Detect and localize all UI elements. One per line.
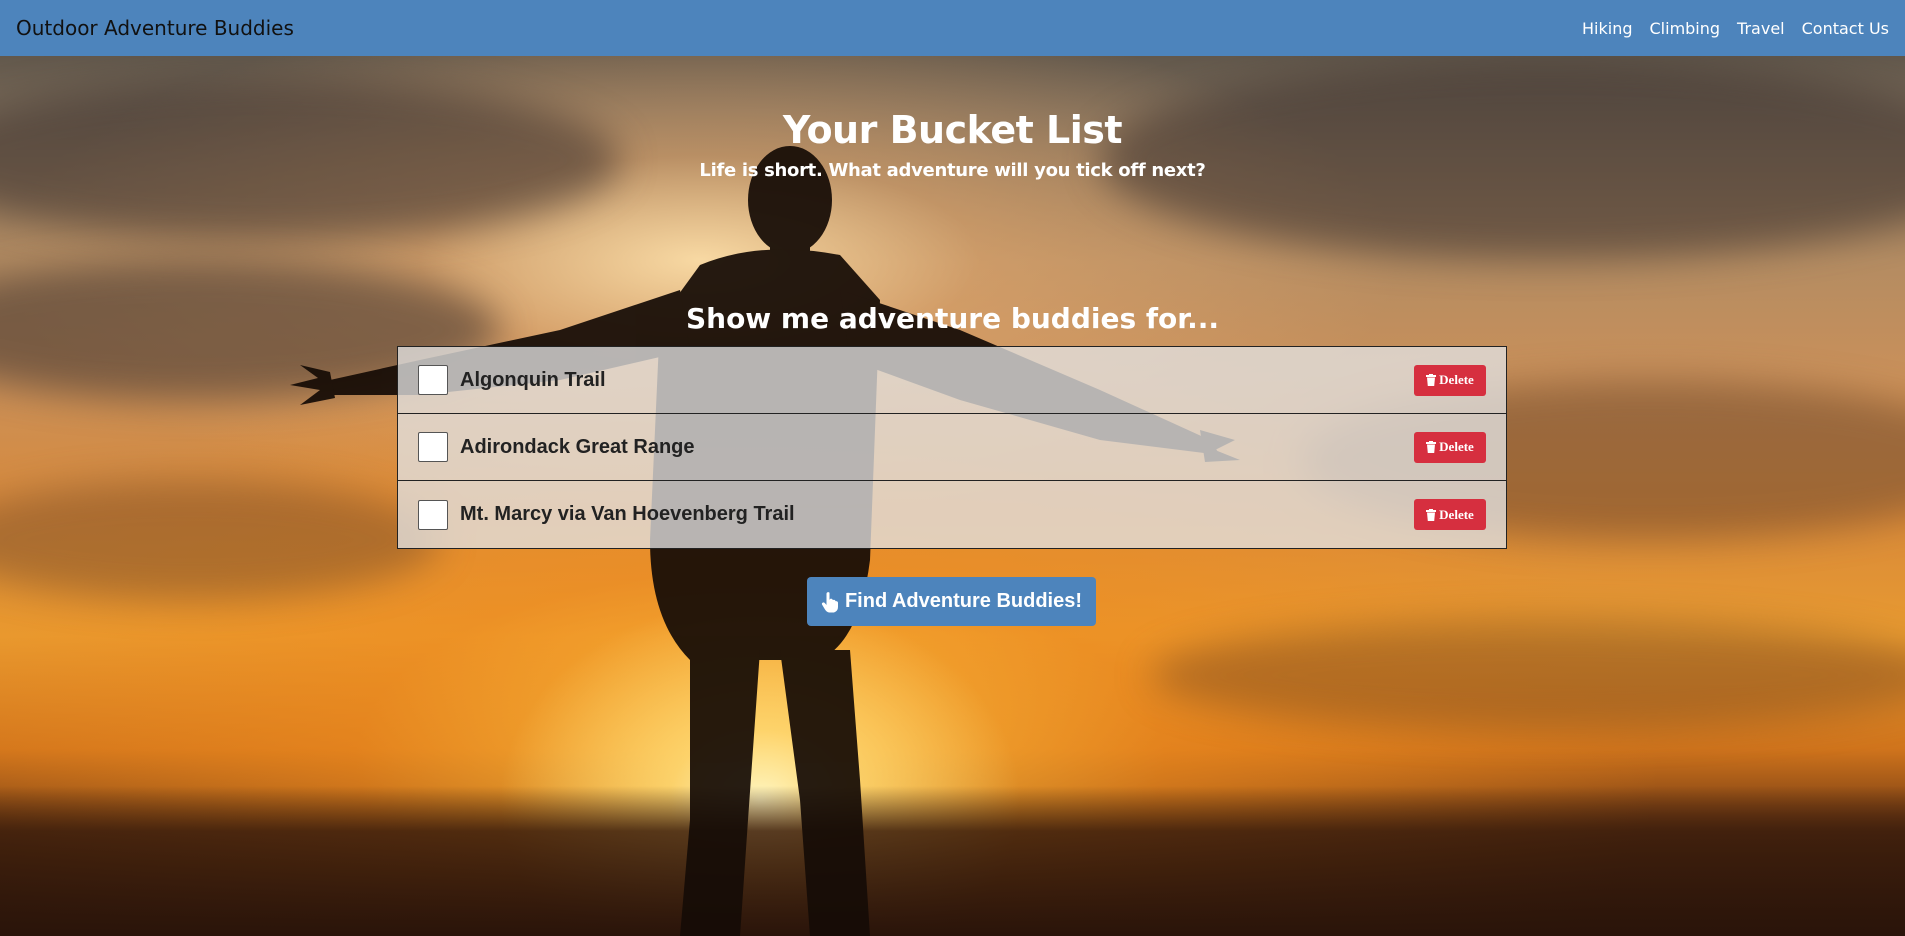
nav-link-hiking[interactable]: Hiking	[1582, 19, 1632, 38]
nav-link-climbing[interactable]: Climbing	[1650, 19, 1721, 38]
nav-link-travel[interactable]: Travel	[1737, 19, 1785, 38]
delete-label: Delete	[1439, 439, 1474, 454]
list-item: Adirondack Great Range Delete	[398, 414, 1506, 481]
hand-pointer-icon	[821, 591, 838, 612]
section-heading: Show me adventure buddies for...	[685, 302, 1220, 335]
navbar: Outdoor Adventure Buddies Hiking Climbin…	[0, 0, 1905, 56]
item-label: Mt. Marcy via Van Hoevenberg Trail	[460, 503, 795, 525]
trash-icon	[1426, 508, 1437, 521]
delete-button[interactable]: Delete	[1414, 364, 1486, 396]
page-title: Your Bucket List	[782, 108, 1123, 152]
delete-label: Delete	[1439, 372, 1474, 387]
trash-icon	[1426, 374, 1437, 386]
item-checkbox[interactable]	[418, 499, 448, 530]
delete-button[interactable]: Delete	[1414, 431, 1486, 463]
delete-label: Delete	[1439, 506, 1474, 522]
find-adventure-buddies-button[interactable]: Find Adventure Buddies!	[807, 577, 1096, 626]
item-label: Algonquin Trail	[460, 368, 606, 391]
find-button-label: Find Adventure Buddies!	[844, 590, 1083, 612]
hero: Your Bucket List Life is short. What adv…	[0, 108, 1905, 181]
item-checkbox[interactable]	[418, 432, 448, 462]
item-checkbox[interactable]	[418, 365, 448, 395]
list-item-main: Algonquin Trail	[418, 365, 606, 395]
page-subtitle: Life is short. What adventure will you t…	[699, 160, 1206, 181]
list-item-main: Mt. Marcy via Van Hoevenberg Trail	[418, 499, 795, 530]
nav-link-contact-us[interactable]: Contact Us	[1802, 19, 1889, 38]
trash-icon	[1426, 441, 1437, 453]
bucket-list: Algonquin Trail Delete Adirondack Great …	[397, 346, 1507, 549]
item-label: Adirondack Great Range	[460, 435, 695, 458]
brand-link[interactable]: Outdoor Adventure Buddies	[16, 16, 294, 40]
delete-button[interactable]: Delete	[1414, 499, 1486, 530]
list-item: Algonquin Trail Delete	[398, 347, 1506, 414]
list-item: Mt. Marcy via Van Hoevenberg Trail Delet…	[398, 481, 1506, 548]
nav-links: Hiking Climbing Travel Contact Us	[1582, 19, 1889, 38]
list-item-main: Adirondack Great Range	[418, 432, 695, 462]
